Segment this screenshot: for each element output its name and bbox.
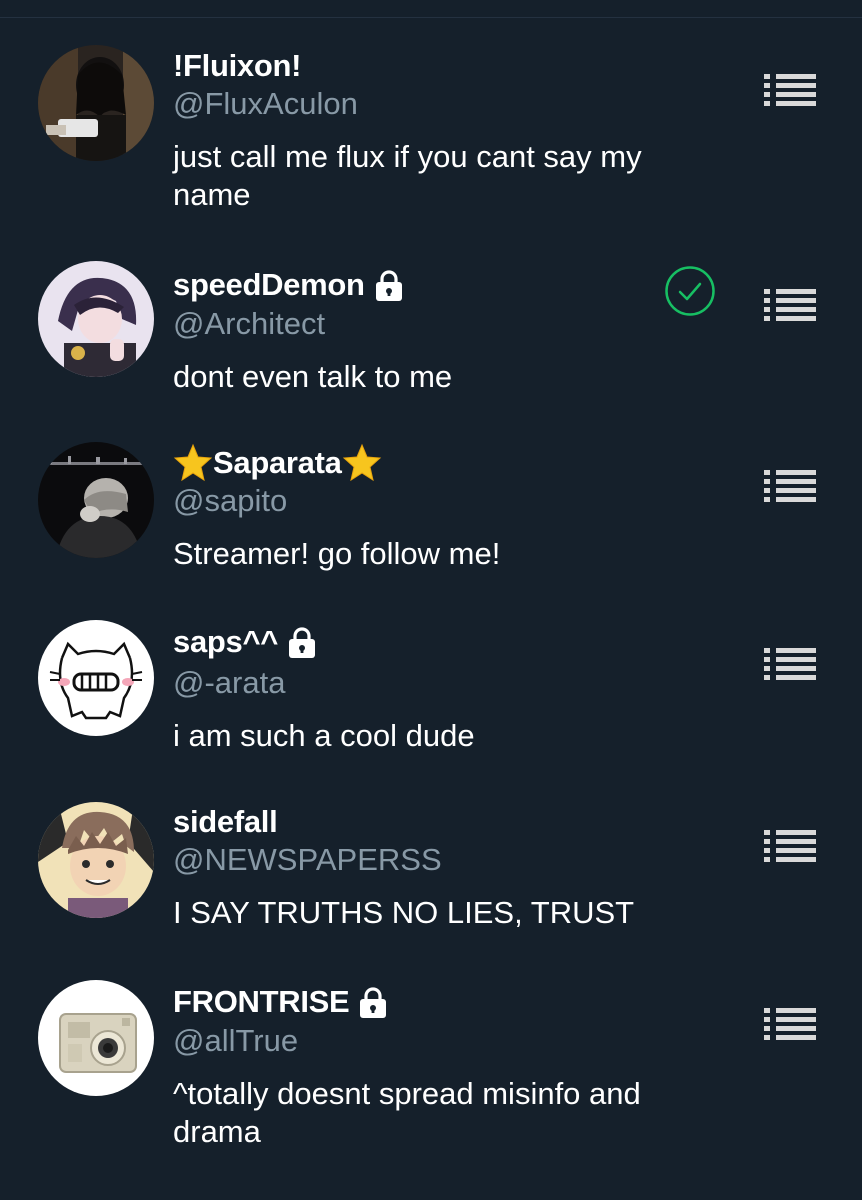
avatar[interactable] (38, 802, 154, 918)
username-handle: @-arata (173, 665, 286, 700)
display-name: FRONTRISE (173, 984, 350, 1019)
list-item-user[interactable]: saps^^ @-arata i am such a cool dude (0, 600, 862, 780)
username-handle: @sapito (173, 483, 288, 518)
username-handle: @NEWSPAPERSS (173, 842, 442, 877)
bio-text: Streamer! go follow me! (173, 536, 501, 571)
list-menu-icon[interactable] (764, 74, 816, 106)
display-name-line: FRONTRISE (173, 982, 390, 1022)
star-icon (342, 443, 381, 482)
list-item-user[interactable]: sidefall @NEWSPAPERSS I SAY TRUTHS NO LI… (0, 780, 862, 960)
list-menu-icon[interactable] (764, 470, 816, 502)
bio-text: just call me flux if you cant say my nam… (173, 139, 642, 212)
bio-text: I SAY TRUTHS NO LIES, TRUST (173, 895, 635, 930)
display-name: sidefall (173, 804, 278, 839)
avatar[interactable] (38, 45, 154, 161)
lock-icon (375, 270, 402, 301)
display-name: Saparata (213, 445, 342, 480)
display-name-line: saps^^ (173, 622, 319, 662)
display-name: speedDemon (173, 267, 365, 302)
lock-icon (289, 627, 316, 658)
list-item-user[interactable]: !Fluixon! @FluxAculon just call me flux … (0, 0, 862, 235)
bio-text: dont even talk to me (173, 359, 453, 394)
list-menu-icon[interactable] (764, 1008, 816, 1040)
avatar[interactable] (38, 620, 154, 736)
display-name-line: !Fluixon! (173, 46, 301, 86)
username-handle: @allTrue (173, 1023, 299, 1058)
username-handle: @FluxAculon (173, 86, 358, 121)
list-menu-icon[interactable] (764, 830, 816, 862)
user-list: !Fluixon! @FluxAculon just call me flux … (0, 0, 862, 1200)
list-item-user[interactable]: FRONTRISE @allTrue ^totally doesnt sprea… (0, 960, 862, 1200)
avatar[interactable] (38, 442, 154, 558)
list-item-user[interactable]: speedDemon @Architect dont even talk to … (0, 235, 862, 420)
display-name-line: speedDemon (173, 265, 406, 305)
avatar[interactable] (38, 261, 154, 377)
username-handle: @Architect (173, 306, 326, 341)
list-menu-icon[interactable] (764, 648, 816, 680)
display-name-line: sidefall (173, 802, 278, 842)
star-icon (173, 443, 213, 482)
display-name-line: Saparata (173, 443, 382, 483)
followed-check-icon[interactable] (664, 265, 716, 317)
avatar[interactable] (38, 980, 154, 1096)
list-item-user[interactable]: Saparata @sapito Streamer! go follow me! (0, 420, 862, 600)
bio-text: i am such a cool dude (173, 718, 475, 753)
list-menu-icon[interactable] (764, 289, 816, 321)
lock-icon (360, 987, 387, 1018)
display-name: saps^^ (173, 624, 279, 659)
bio-text: ^totally doesnt spread misinfo and drama (173, 1076, 641, 1149)
display-name: !Fluixon! (173, 48, 302, 83)
